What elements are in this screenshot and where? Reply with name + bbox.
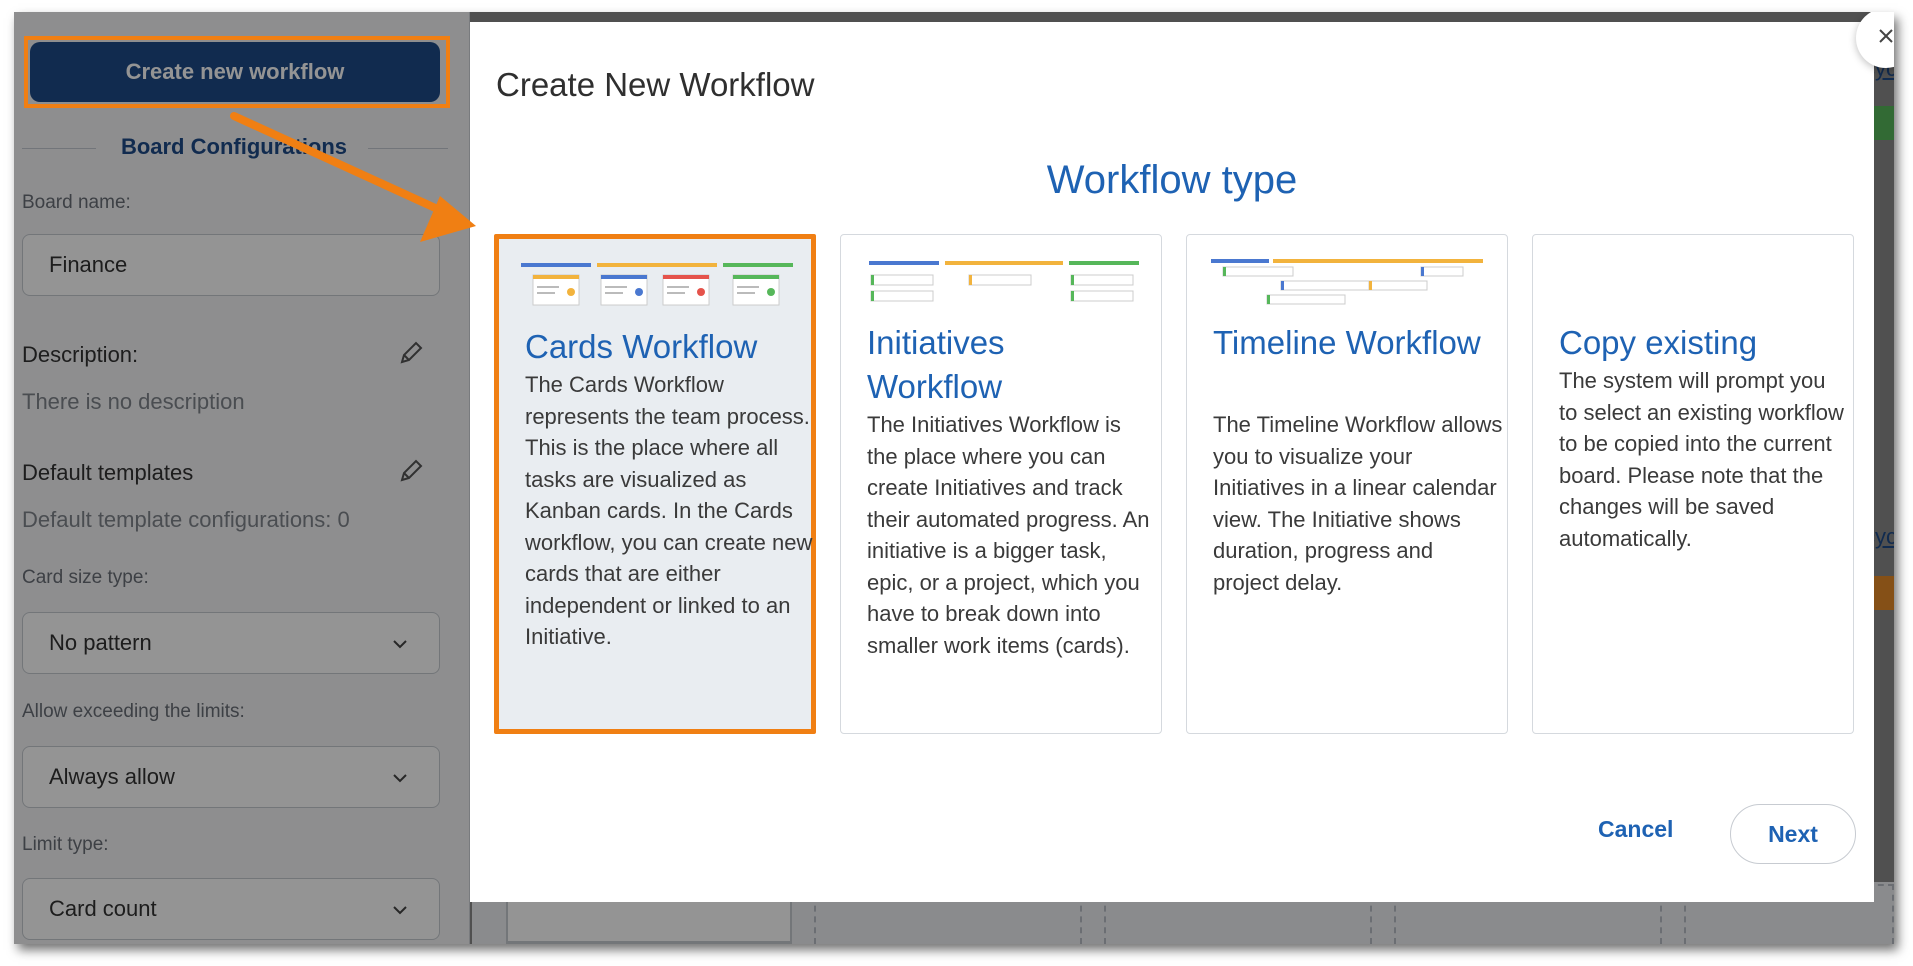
workflow-option-copy-existing[interactable]: Copy existing The system will prompt you… [1532,234,1854,734]
dialog-title: Create New Workflow [496,66,815,103]
workflow-option-initiatives[interactable]: Initiatives Workflow The Initiatives Wor… [840,234,1162,734]
create-workflow-dialog: Create New Workflow Workflow type Cards … [470,12,1894,902]
cards-workflow-illustration [521,263,793,306]
next-button[interactable]: Next [1730,804,1856,864]
highlight-box-create-button [24,36,450,108]
option-description: The Initiatives Workflow is the place wh… [867,412,1150,658]
workflow-option-timeline[interactable]: Timeline Workflow The Timeline Workflow … [1186,234,1508,734]
option-title: Timeline Workflow [1213,324,1481,361]
option-title: Initiatives Workflow [867,324,1005,405]
initiatives-workflow-illustration [869,261,1139,302]
option-title: Cards Workflow [525,328,758,365]
option-description: The Timeline Workflow allows you to visu… [1213,412,1503,595]
workflow-type-heading: Workflow type [1046,158,1298,202]
cancel-button[interactable]: Cancel [1598,816,1673,843]
timeline-workflow-illustration [1211,259,1483,305]
workflow-option-cards[interactable]: Cards Workflow The Cards Workflow repres… [494,234,816,734]
option-title: Copy existing [1559,324,1758,361]
close-icon [1877,27,1894,50]
option-description: The system will prompt you to select an … [1559,368,1844,551]
close-button[interactable] [1856,12,1894,68]
option-description: The Cards Workflow represents the team p… [525,372,813,649]
app-window: cycl cycl Create new workflow Board Conf… [14,12,1894,944]
